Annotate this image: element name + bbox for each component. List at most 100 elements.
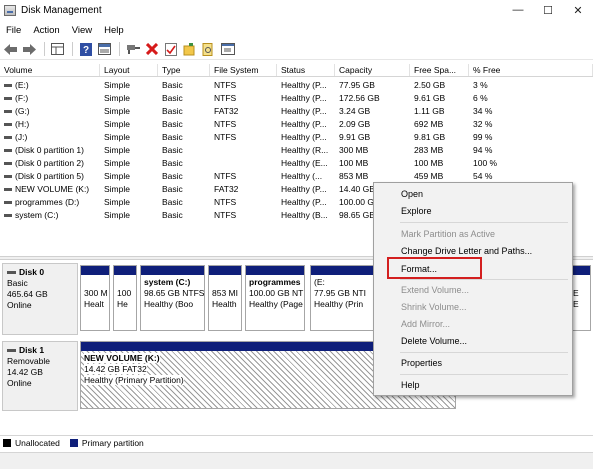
volume-row[interactable]: (Disk 0 partition 2) Simple Basic Healthy (… [0, 156, 593, 169]
column-header-status[interactable]: Status [277, 64, 335, 76]
volume-name-cell: (G:) [0, 106, 100, 116]
volume-layout: Simple [104, 170, 130, 181]
legend-bar: Unallocated Primary partition [0, 435, 593, 450]
console-icon[interactable] [219, 41, 236, 58]
forward-icon[interactable] [21, 41, 38, 58]
delete-icon[interactable] [143, 41, 160, 58]
column-header-percent-free[interactable]: % Free [469, 64, 593, 76]
volume-row[interactable]: (Disk 0 partition 1) Simple Basic Healthy (… [0, 143, 593, 156]
volume-percent-free: 34 % [473, 105, 493, 116]
ctx-delete-volume[interactable]: Delete Volume... [401, 336, 467, 346]
disk-status: Online [7, 378, 32, 388]
menu-help[interactable]: Help [98, 25, 130, 36]
drive-icon [4, 161, 12, 165]
volume-name: system (C:) [15, 209, 59, 220]
volume-name-cell: (H:) [0, 119, 100, 129]
volume-percent-free: 99 % [473, 131, 493, 142]
menu-file[interactable]: File [0, 25, 27, 36]
partition-name: programmes [249, 277, 301, 287]
folder-icon[interactable] [181, 41, 198, 58]
ctx-shrink-volume[interactable]: Shrink Volume... [401, 302, 467, 312]
volume-file-system: NTFS [214, 170, 237, 181]
disk0-partition-5[interactable]: 853 MI Health [208, 265, 242, 331]
check-icon[interactable] [162, 41, 179, 58]
volume-name-cell: (Disk 0 partition 5) [0, 171, 100, 181]
column-header-capacity[interactable]: Capacity [335, 64, 410, 76]
volume-row[interactable]: (J:) Simple Basic NTFS Healthy (P... 9.91 GB 9… [0, 130, 593, 143]
disk0-partition-programmes-d[interactable]: programmes 100.00 GB NT Healthy (Page [245, 265, 305, 331]
ctx-properties[interactable]: Properties [401, 358, 442, 368]
disk-management-app-icon [4, 4, 16, 16]
volume-name: (Disk 0 partition 1) [15, 144, 84, 155]
properties-grid-icon[interactable] [49, 41, 66, 58]
list-view-icon[interactable] [96, 41, 113, 58]
volume-layout: Simple [104, 131, 130, 142]
menu-separator [400, 279, 568, 280]
column-header-type[interactable]: Type [158, 64, 210, 76]
volume-layout: Simple [104, 196, 130, 207]
window-title: Disk Management [21, 4, 102, 16]
volume-type: Basic [162, 92, 183, 103]
search-doc-icon[interactable] [200, 41, 217, 58]
column-header-file-system[interactable]: File System [210, 64, 277, 76]
legend-swatch-unallocated [3, 439, 11, 447]
context-menu: Open Explore Mark Partition as Active Ch… [373, 182, 573, 396]
volume-percent-free: 94 % [473, 144, 493, 155]
ctx-add-mirror[interactable]: Add Mirror... [401, 319, 450, 329]
ctx-help[interactable]: Help [401, 380, 420, 390]
partition-status: Healthy (Boo [144, 299, 194, 309]
volume-capacity: 172.56 GB [339, 92, 380, 103]
disk-name: Disk 1 [19, 345, 45, 355]
volume-percent-free: 32 % [473, 118, 493, 129]
maximize-button[interactable]: ☐ [533, 0, 563, 20]
volume-layout: Simple [104, 118, 130, 129]
minimize-button[interactable]: — [503, 0, 533, 20]
partition-size: E [573, 288, 579, 298]
volume-name: (F:) [15, 92, 29, 103]
volume-percent-free: 3 % [473, 79, 488, 90]
ctx-extend-volume[interactable]: Extend Volume... [401, 285, 469, 295]
connect-icon[interactable] [124, 41, 141, 58]
volume-file-system: NTFS [214, 209, 237, 220]
disk0-partition-1[interactable]: 300 M Healt [80, 265, 110, 331]
disk-type: Basic [7, 278, 28, 288]
volume-row[interactable]: (H:) Simple Basic NTFS Healthy (P... 2.09 GB 6… [0, 117, 593, 130]
format-highlight-box [387, 257, 482, 279]
svg-text:?: ? [83, 45, 89, 56]
ctx-explore[interactable]: Explore [401, 206, 432, 216]
title-bar: Disk Management — ☐ ✕ [0, 0, 593, 20]
volume-name-cell: (J:) [0, 132, 100, 142]
volume-row[interactable]: (E:) Simple Basic NTFS Healthy (P... 77.95 GB… [0, 78, 593, 91]
ctx-open[interactable]: Open [401, 189, 423, 199]
volume-layout: Simple [104, 79, 130, 90]
back-icon[interactable] [2, 41, 19, 58]
volume-capacity: 9.91 GB [339, 131, 371, 142]
volume-percent-free: 100 % [473, 157, 498, 168]
disk0-partition-e[interactable]: (E: 77.95 GB NTI Healthy (Prin [310, 265, 374, 331]
volume-row[interactable]: (F:) Simple Basic NTFS Healthy (P... 172.56 G… [0, 91, 593, 104]
partition-size: 14.42 GB FAT32 [84, 364, 147, 374]
volume-capacity: 300 MB [339, 144, 369, 155]
disk0-partition-system-c[interactable]: system (C:) 98.65 GB NTFS Healthy (Boo [140, 265, 205, 331]
disk0-partition-2[interactable]: 100 He [113, 265, 137, 331]
ctx-change-drive-letter[interactable]: Change Drive Letter and Paths... [401, 246, 532, 256]
menu-view[interactable]: View [66, 25, 98, 36]
volume-layout: Simple [104, 157, 130, 168]
ctx-mark-partition-active[interactable]: Mark Partition as Active [401, 229, 495, 239]
volume-row[interactable]: (G:) Simple Basic FAT32 Healthy (P... 3.24 GB… [0, 104, 593, 117]
volume-row[interactable]: (Disk 0 partition 5) Simple Basic NTFS Healt… [0, 169, 593, 182]
column-header-layout[interactable]: Layout [100, 64, 158, 76]
drive-icon [4, 148, 12, 152]
menu-action[interactable]: Action [27, 25, 65, 36]
volume-name: (H:) [15, 118, 30, 129]
column-header-volume[interactable]: Volume [0, 64, 100, 76]
drive-icon [4, 213, 12, 217]
disk-1-label[interactable]: Disk 1 Removable 14.42 GB Online [2, 341, 78, 411]
volume-name-cell: system (C:) [0, 210, 100, 220]
help-icon[interactable]: ? [77, 41, 94, 58]
column-header-free-space[interactable]: Free Spa... [410, 64, 469, 76]
disk-0-label[interactable]: Disk 0 Basic 465.64 GB Online [2, 263, 78, 335]
close-button[interactable]: ✕ [563, 0, 593, 20]
menu-separator [400, 374, 568, 375]
volume-status: Healthy (P... [281, 92, 327, 103]
